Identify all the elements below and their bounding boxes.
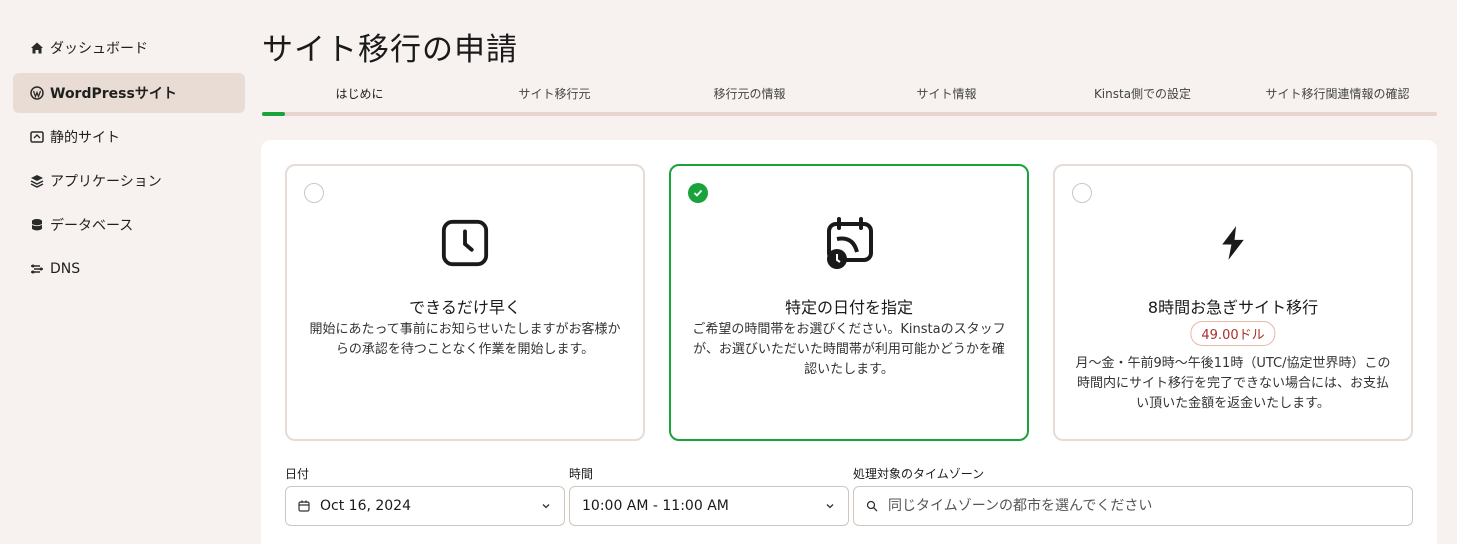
lightning-icon <box>1207 216 1259 270</box>
timezone-input[interactable] <box>888 498 1388 514</box>
sidebar-item-wordpress[interactable]: WordPressサイト <box>13 73 245 113</box>
home-icon <box>30 41 44 55</box>
option-description: 開始にあたって事前にお知らせいたしますがお客様からの承認を待つことなく作業を開始… <box>309 322 621 357</box>
sidebar-item-dns[interactable]: DNS <box>13 249 245 289</box>
time-select[interactable]: 10:00 AM - 11:00 AM <box>569 486 849 526</box>
sidebar-item-label: アプリケーション <box>50 174 162 190</box>
chevron-down-icon <box>540 500 552 512</box>
step-intro[interactable]: はじめに <box>262 85 457 102</box>
option-card-asap[interactable]: できるだけ早く 開始にあたって事前にお知らせいたしますがお客様からの承認を待つこ… <box>285 164 645 441</box>
sidebar-item-dashboard[interactable]: ダッシュボード <box>13 28 245 68</box>
step-confirm[interactable]: サイト移行関連情報の確認 <box>1240 85 1435 102</box>
page-title: サイト移行の申請 <box>262 32 518 68</box>
sidebar: ダッシュボード WordPressサイト 静的サイト アプリケーション データベ… <box>0 0 255 544</box>
option-title: 特定の日付を指定 <box>784 298 913 317</box>
sidebar-item-label: データベース <box>50 218 134 234</box>
clock-icon <box>439 216 491 270</box>
dns-icon <box>30 262 44 276</box>
radio-express[interactable] <box>1072 183 1092 203</box>
calendar-icon <box>298 500 310 512</box>
steps-progress-bar <box>262 112 285 116</box>
sidebar-item-label: DNS <box>50 261 81 277</box>
calendar-clock-icon <box>823 216 875 270</box>
static-site-icon <box>30 130 44 144</box>
search-icon <box>866 500 878 512</box>
sidebar-item-static-site[interactable]: 静的サイト <box>13 117 245 157</box>
radio-asap[interactable] <box>304 183 324 203</box>
date-value: Oct 16, 2024 <box>320 498 411 514</box>
sidebar-item-label: 静的サイト <box>50 130 120 146</box>
option-title: 8時間お急ぎサイト移行 <box>1147 298 1319 317</box>
chevron-down-icon <box>824 500 836 512</box>
step-site-info[interactable]: サイト情報 <box>849 85 1044 102</box>
timezone-search[interactable] <box>853 486 1413 526</box>
option-description: 月〜金・午前9時〜午後11時（UTC/協定世界時）この時間内にサイト移行を完了で… <box>1075 356 1391 411</box>
time-label: 時間 <box>569 467 594 481</box>
check-icon <box>693 189 703 197</box>
sidebar-item-applications[interactable]: アプリケーション <box>13 161 245 201</box>
option-card-scheduled[interactable]: 特定の日付を指定 ご希望の時間帯をお選びください。Kinstaのスタッフが、お選… <box>669 164 1029 441</box>
radio-scheduled[interactable] <box>688 183 708 203</box>
option-title: できるだけ早く <box>409 298 521 317</box>
steps-progress-track <box>262 112 1437 116</box>
option-card-express[interactable]: 8時間お急ぎサイト移行 49.00ドル 月〜金・午前9時〜午後11時（UTC/協… <box>1053 164 1413 441</box>
step-source-info[interactable]: 移行元の情報 <box>652 85 847 102</box>
sidebar-item-databases[interactable]: データベース <box>13 205 245 245</box>
time-value: 10:00 AM - 11:00 AM <box>582 498 729 514</box>
date-select[interactable]: Oct 16, 2024 <box>285 486 565 526</box>
schedule-panel: できるだけ早く 開始にあたって事前にお知らせいたしますがお客様からの承認を待つこ… <box>261 140 1437 544</box>
step-source[interactable]: サイト移行元 <box>457 85 652 102</box>
option-description: ご希望の時間帯をお選びください。Kinstaのスタッフが、お選びいただいた時間帯… <box>692 322 1006 377</box>
layers-icon <box>30 174 44 188</box>
step-kinsta-settings[interactable]: Kinsta側での設定 <box>1045 85 1240 102</box>
date-label: 日付 <box>285 467 310 481</box>
sidebar-item-label: ダッシュボード <box>50 41 148 57</box>
timezone-label: 処理対象のタイムゾーン <box>853 467 985 481</box>
database-icon <box>30 218 44 232</box>
sidebar-item-label: WordPressサイト <box>50 86 177 102</box>
price-badge: 49.00ドル <box>1190 321 1276 346</box>
migration-steps: はじめに サイト移行元 移行元の情報 サイト情報 Kinsta側での設定 サイト… <box>262 80 1437 116</box>
wordpress-icon <box>30 86 44 100</box>
